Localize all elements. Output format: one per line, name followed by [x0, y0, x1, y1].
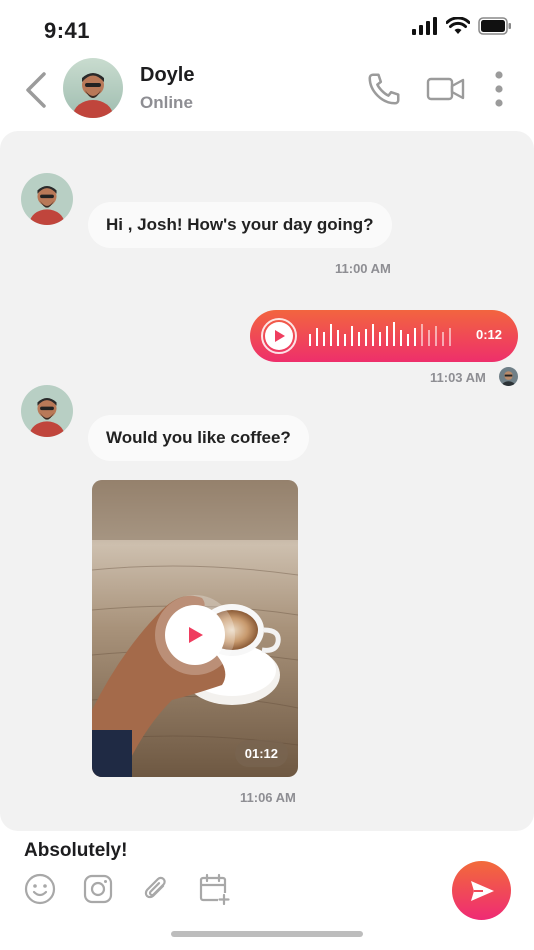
schedule-button[interactable]	[198, 873, 230, 905]
smile-icon	[24, 873, 56, 905]
attach-button[interactable]	[140, 873, 172, 905]
camera-button[interactable]	[82, 873, 114, 905]
phone-icon	[368, 73, 400, 105]
send-button[interactable]	[452, 861, 511, 920]
message-timestamp: 11:03 AM	[430, 370, 486, 385]
home-indicator	[171, 931, 363, 937]
message-input[interactable]: Absolutely!	[24, 840, 127, 862]
voice-waveform	[309, 322, 451, 346]
send-icon	[470, 880, 494, 901]
contact-name: Doyle	[140, 64, 195, 86]
contact-avatar[interactable]	[63, 58, 123, 118]
voice-play-button[interactable]	[261, 318, 297, 354]
message-timestamp: 11:00 AM	[335, 261, 391, 276]
outgoing-voice-message[interactable]: 0:12	[250, 310, 518, 362]
paperclip-icon	[144, 876, 166, 899]
read-receipt-avatar	[499, 367, 518, 386]
chat-header: Doyle Online	[0, 55, 534, 125]
video-call-button[interactable]	[426, 69, 466, 109]
emoji-button[interactable]	[24, 873, 56, 905]
avatar-image	[21, 173, 73, 225]
play-icon	[275, 330, 285, 342]
avatar-image	[21, 385, 73, 437]
play-icon	[189, 627, 203, 643]
video-camera-icon	[426, 77, 465, 101]
chat-thread[interactable]: Hi , Josh! How's your day going? 11:00 A…	[0, 131, 534, 831]
avatar-image	[63, 58, 123, 118]
voice-duration: 0:12	[475, 327, 502, 342]
call-button[interactable]	[364, 69, 404, 109]
calendar-plus-icon	[199, 873, 230, 905]
video-duration: 01:12	[234, 740, 288, 767]
avatar-image	[499, 367, 518, 386]
more-button[interactable]	[486, 69, 512, 109]
video-play-button[interactable]	[165, 605, 225, 665]
message-timestamp: 11:06 AM	[240, 790, 296, 805]
sender-avatar	[21, 173, 73, 225]
incoming-message[interactable]: Would you like coffee?	[88, 415, 309, 461]
clock: 9:41	[44, 18, 91, 43]
back-button[interactable]	[22, 70, 52, 110]
video-message[interactable]: 01:12	[92, 480, 298, 777]
status-bar: 9:41	[0, 0, 534, 50]
instagram-camera-icon	[83, 874, 113, 904]
composer-toolbar	[24, 873, 230, 905]
battery-icon	[478, 17, 511, 35]
wifi-icon	[446, 17, 470, 34]
incoming-message[interactable]: Hi , Josh! How's your day going?	[88, 202, 392, 248]
chevron-left-icon	[26, 72, 46, 108]
signal-icon	[412, 17, 437, 35]
more-vertical-icon	[495, 71, 503, 107]
sender-avatar	[21, 385, 73, 437]
presence-status: Online	[140, 93, 193, 112]
status-icons	[412, 17, 512, 35]
